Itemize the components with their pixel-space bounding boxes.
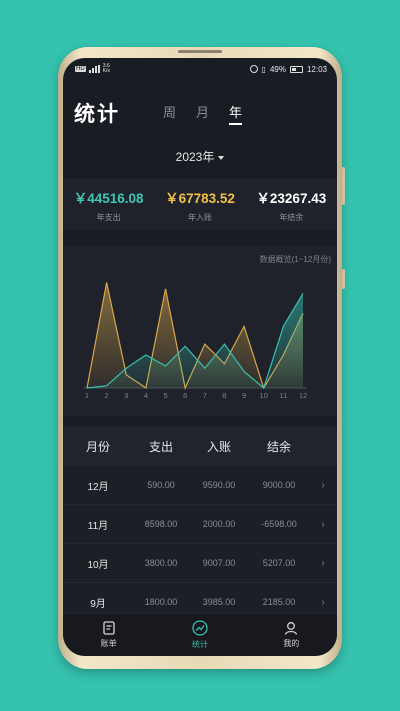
profile-icon (285, 622, 298, 635)
row-expense: 1800.00 (144, 597, 178, 607)
x-tick-label: 7 (203, 391, 207, 400)
bottom-nav: 账单 统计 我的 (63, 613, 337, 656)
header-balance: 结余 (266, 439, 291, 454)
nav-stats[interactable]: 统计 (154, 614, 245, 656)
signal-icon (88, 65, 100, 73)
header-income: 入账 (206, 439, 231, 454)
tab-year[interactable]: 年 (229, 102, 243, 125)
summary-income: ￥67783.52 年入账 (154, 179, 245, 231)
power-button (342, 269, 345, 289)
area-chart: 1 2 3 4 5 6 7 8 9 10 11 12 (83, 282, 307, 400)
row-month: 12月 (87, 481, 109, 493)
expense-label: 年支出 (96, 213, 121, 222)
status-bar: HD 3.6 K/s ▯ 49% 12:03 (63, 58, 337, 80)
x-tick-label: 1 (85, 391, 89, 400)
app-screen: HD 3.6 K/s ▯ 49% 12:03 统计 周 月 年 2023年 ￥4… (63, 58, 337, 656)
balance-label: 年结余 (279, 213, 304, 222)
row-income: 3985.00 (202, 597, 236, 607)
status-time: 12:03 (306, 64, 327, 74)
chart-icon (192, 620, 208, 636)
table-header: 月份 支出 入账 结余 (63, 426, 337, 466)
x-tick-label: 3 (124, 391, 128, 400)
x-tick-label: 10 (260, 391, 268, 400)
nav-profile[interactable]: 我的 (246, 614, 337, 656)
alarm-icon (249, 65, 258, 73)
x-tick-label: 4 (144, 391, 148, 400)
year-value: 2023年 (175, 150, 215, 164)
summary-balance: ￥23267.43 年结余 (246, 179, 337, 231)
x-tick-label: 8 (222, 391, 226, 400)
header-month: 月份 (85, 439, 110, 454)
row-expense: 590.00 (147, 480, 175, 490)
row-income: 9007.00 (202, 558, 236, 568)
expense-total: ￥44516.08 (73, 191, 144, 206)
speaker-grille (178, 50, 222, 53)
x-tick-label: 5 (163, 391, 167, 400)
overview-chart: 数据概览(1~12月份) 1 2 3 4 5 6 7 8 9 10 11 12 (63, 246, 337, 416)
table-row[interactable]: 11月 8598.00 2000.00 -6598.00 › (63, 505, 337, 544)
row-month: 10月 (87, 559, 109, 571)
nav-bill[interactable]: 账单 (63, 614, 154, 656)
row-income: 9590.00 (202, 480, 236, 490)
year-selector[interactable]: 2023年 (63, 148, 337, 165)
x-tick-label: 6 (183, 391, 187, 400)
row-month: 9月 (90, 598, 106, 610)
nav-bill-label: 账单 (100, 639, 117, 648)
period-tabs: 周 月 年 (163, 102, 243, 125)
row-income: 2000.00 (202, 519, 236, 529)
chevron-right-icon: › (321, 518, 325, 530)
vibrate-icon: ▯ (261, 64, 266, 74)
nav-stats-label: 统计 (191, 640, 208, 649)
row-balance: 5207.00 (262, 558, 296, 568)
chevron-right-icon: › (321, 557, 325, 569)
year-summary: ￥44516.08 年支出 ￥67783.52 年入账 ￥23267.43 年结… (63, 179, 337, 231)
monthly-table: 12月 590.00 9590.00 9000.00 › 11月 8598.00… (63, 466, 337, 622)
chevron-right-icon: › (321, 596, 325, 608)
x-tick-label: 2 (105, 391, 109, 400)
row-expense: 3800.00 (144, 558, 178, 568)
row-expense: 8598.00 (144, 519, 178, 529)
battery-percent: 49% (269, 64, 286, 74)
x-tick-label: 11 (279, 391, 287, 400)
summary-expense: ￥44516.08 年支出 (63, 179, 154, 231)
tab-month[interactable]: 月 (196, 102, 209, 121)
bill-icon (103, 621, 115, 635)
x-tick-label: 9 (242, 391, 246, 400)
header: 统计 周 月 年 (63, 80, 337, 126)
row-balance: 2185.00 (262, 597, 296, 607)
header-expense: 支出 (148, 439, 173, 454)
nav-profile-label: 我的 (283, 639, 300, 648)
network-speed: 3.6 K/s (102, 63, 110, 74)
page-title: 统计 (74, 103, 120, 126)
income-total: ￥67783.52 (165, 191, 235, 206)
table-row[interactable]: 10月 3800.00 9007.00 5207.00 › (63, 544, 337, 583)
balance-total: ￥23267.43 (256, 191, 327, 206)
battery-icon (289, 65, 303, 73)
chevron-right-icon: › (321, 479, 325, 491)
row-balance: 9000.00 (262, 480, 296, 490)
row-balance: -6598.00 (261, 519, 297, 529)
network-badge: HD (75, 66, 86, 72)
income-label: 年入账 (187, 213, 212, 222)
dropdown-caret-icon (218, 155, 225, 160)
tab-week[interactable]: 周 (163, 102, 176, 121)
row-month: 11月 (87, 520, 109, 532)
volume-button (342, 167, 345, 205)
table-row[interactable]: 12月 590.00 9590.00 9000.00 › (63, 466, 337, 505)
x-tick-label: 12 (299, 391, 307, 400)
